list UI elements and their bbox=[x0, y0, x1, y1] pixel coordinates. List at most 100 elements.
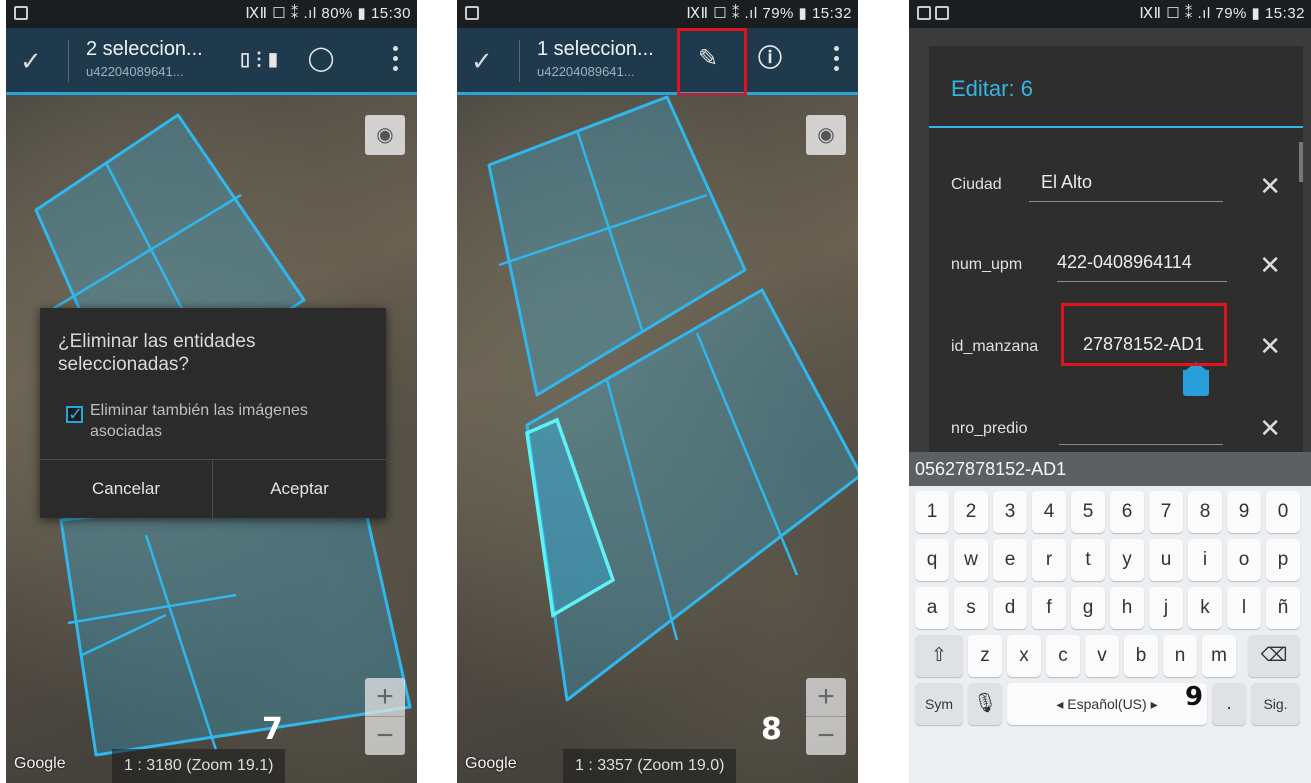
key[interactable]: ñ bbox=[1266, 587, 1300, 629]
delete-images-checkbox[interactable]: ✓ bbox=[66, 405, 83, 423]
key[interactable]: 6 bbox=[1110, 491, 1144, 533]
key[interactable]: m bbox=[1202, 635, 1236, 677]
clear-icon[interactable]: ✕ bbox=[1259, 253, 1281, 279]
circle-icon[interactable]: ◯ bbox=[302, 42, 340, 76]
split-icon[interactable]: ▯⋮▮ bbox=[240, 42, 278, 76]
notification-icon bbox=[465, 6, 479, 20]
key[interactable]: f bbox=[1032, 587, 1066, 629]
accept-button[interactable]: Aceptar bbox=[213, 460, 386, 518]
status-bar: ⅨⅡ ☐ ⁑ .ıl 80% ▮ 15:30 bbox=[6, 0, 417, 28]
google-logo: Google bbox=[14, 755, 66, 772]
map-scale: 1 : 3180 (Zoom 19.1) bbox=[112, 749, 286, 783]
key[interactable]: v bbox=[1085, 635, 1119, 677]
zoom-in-button[interactable]: + bbox=[806, 678, 846, 716]
key[interactable]: w bbox=[954, 539, 988, 581]
more-options-icon[interactable] bbox=[834, 46, 840, 74]
dialog-title: ¿Eliminar las entidades seleccionadas? bbox=[58, 331, 256, 375]
zoom-controls: + − bbox=[365, 678, 405, 755]
period-key[interactable]: . bbox=[1212, 683, 1246, 725]
clear-icon[interactable]: ✕ bbox=[1259, 334, 1281, 360]
key[interactable]: g bbox=[1071, 587, 1105, 629]
step-number: 7 bbox=[262, 712, 283, 747]
key[interactable]: o bbox=[1227, 539, 1261, 581]
status-indicators: ⅨⅡ ☐ ⁑ .ıl 79% ▮ 15:32 bbox=[1139, 5, 1305, 22]
selection-title: 1 seleccion... bbox=[537, 38, 654, 60]
more-options-icon[interactable] bbox=[393, 46, 399, 74]
key[interactable]: 8 bbox=[1188, 491, 1222, 533]
key[interactable]: n bbox=[1163, 635, 1197, 677]
highlight-box bbox=[677, 28, 747, 96]
key[interactable]: u bbox=[1149, 539, 1183, 581]
zoom-out-button[interactable]: − bbox=[365, 717, 405, 755]
checkbox-label: Eliminar también las imágenes asociadas bbox=[90, 402, 308, 440]
cancel-button[interactable]: Cancelar bbox=[40, 460, 213, 518]
key[interactable]: e bbox=[993, 539, 1027, 581]
confirm-check-icon[interactable]: ✓ bbox=[471, 48, 493, 74]
field-label-nro-predio: nro_predio bbox=[951, 420, 1028, 437]
key[interactable]: 7 bbox=[1149, 491, 1183, 533]
zoom-in-button[interactable]: + bbox=[365, 678, 405, 716]
space-key[interactable]: ◂ Español(US) ▸ bbox=[1007, 683, 1207, 725]
selection-subtitle: u42204089641... bbox=[86, 64, 184, 79]
key[interactable]: h bbox=[1110, 587, 1144, 629]
key[interactable]: q bbox=[915, 539, 949, 581]
status-indicators: ⅨⅡ ☐ ⁑ .ıl 79% ▮ 15:32 bbox=[686, 5, 852, 22]
key[interactable]: y bbox=[1110, 539, 1144, 581]
confirm-check-icon[interactable]: ✓ bbox=[20, 48, 42, 74]
keyboard-row-bottom: Sym 🎙 ◂ Español(US) ▸ . Sig. bbox=[915, 683, 1311, 727]
symbols-key[interactable]: Sym bbox=[915, 683, 963, 725]
divider bbox=[519, 40, 520, 82]
key[interactable]: b bbox=[1124, 635, 1158, 677]
microphone-key-icon[interactable]: 🎙 bbox=[968, 683, 1002, 725]
key[interactable]: s bbox=[954, 587, 988, 629]
delete-confirm-dialog: ¿Eliminar las entidades seleccionadas? ✓… bbox=[40, 308, 386, 518]
num-upm-field[interactable]: 422-0408964114 bbox=[1057, 252, 1192, 273]
key[interactable]: c bbox=[1046, 635, 1080, 677]
key[interactable]: 5 bbox=[1071, 491, 1105, 533]
scrollbar[interactable] bbox=[1299, 142, 1303, 182]
key[interactable]: r bbox=[1032, 539, 1066, 581]
key[interactable]: x bbox=[1007, 635, 1041, 677]
key[interactable]: a bbox=[915, 587, 949, 629]
key[interactable]: t bbox=[1071, 539, 1105, 581]
keyboard-row-qwerty: q w e r t y u i o p bbox=[915, 539, 1311, 583]
shift-key-icon[interactable]: ⇧ bbox=[915, 635, 963, 677]
next-key[interactable]: Sig. bbox=[1251, 683, 1300, 725]
selection-subtitle: u42204089641... bbox=[537, 64, 635, 79]
status-bar: ⅨⅡ ☐ ⁑ .ıl 79% ▮ 15:32 bbox=[457, 0, 858, 28]
step-number: 9 bbox=[1185, 682, 1204, 712]
key[interactable]: p bbox=[1266, 539, 1300, 581]
keyboard-suggestion[interactable]: 05627878152-AD1 bbox=[909, 452, 1311, 486]
selection-title: 2 seleccion... bbox=[86, 38, 203, 60]
key[interactable]: d bbox=[993, 587, 1027, 629]
satellite-map[interactable]: ◉ + − 8 Google 1 : 3357 (Zoom 19.0) bbox=[457, 95, 858, 783]
key[interactable]: l bbox=[1227, 587, 1261, 629]
screenshot-7: ⅨⅡ ☐ ⁑ .ıl 80% ▮ 15:30 ✓ 2 seleccion... … bbox=[6, 0, 417, 783]
key[interactable]: 9 bbox=[1227, 491, 1261, 533]
my-location-button[interactable]: ◉ bbox=[806, 115, 846, 155]
key[interactable]: i bbox=[1188, 539, 1222, 581]
backspace-key-icon[interactable]: ⌫ bbox=[1248, 635, 1300, 677]
key[interactable]: 2 bbox=[954, 491, 988, 533]
info-icon[interactable]: ⓘ bbox=[751, 42, 789, 76]
key[interactable]: z bbox=[968, 635, 1002, 677]
notification-icon bbox=[917, 6, 931, 20]
zoom-out-button[interactable]: − bbox=[806, 717, 846, 755]
text-cursor-handle[interactable] bbox=[1183, 362, 1209, 396]
field-label-num-upm: num_upm bbox=[951, 256, 1023, 273]
key[interactable]: 4 bbox=[1032, 491, 1066, 533]
my-location-button[interactable]: ◉ bbox=[365, 115, 405, 155]
screenshot-8: ⅨⅡ ☐ ⁑ .ıl 79% ▮ 15:32 ✓ 1 seleccion... … bbox=[457, 0, 858, 783]
dialog-buttons: Cancelar Aceptar bbox=[40, 459, 386, 518]
key[interactable]: 0 bbox=[1266, 491, 1300, 533]
field-label-ciudad: Ciudad bbox=[951, 176, 1002, 193]
ciudad-field[interactable]: El Alto bbox=[1041, 172, 1092, 193]
clear-icon[interactable]: ✕ bbox=[1259, 174, 1281, 200]
key[interactable]: j bbox=[1149, 587, 1183, 629]
dim-background: Editar: 6 Ciudad El Alto ✕ num_upm 422-0… bbox=[909, 28, 1311, 458]
key[interactable]: k bbox=[1188, 587, 1222, 629]
key[interactable]: 1 bbox=[915, 491, 949, 533]
field-underline bbox=[1057, 281, 1227, 282]
clear-icon[interactable]: ✕ bbox=[1259, 416, 1281, 442]
key[interactable]: 3 bbox=[993, 491, 1027, 533]
